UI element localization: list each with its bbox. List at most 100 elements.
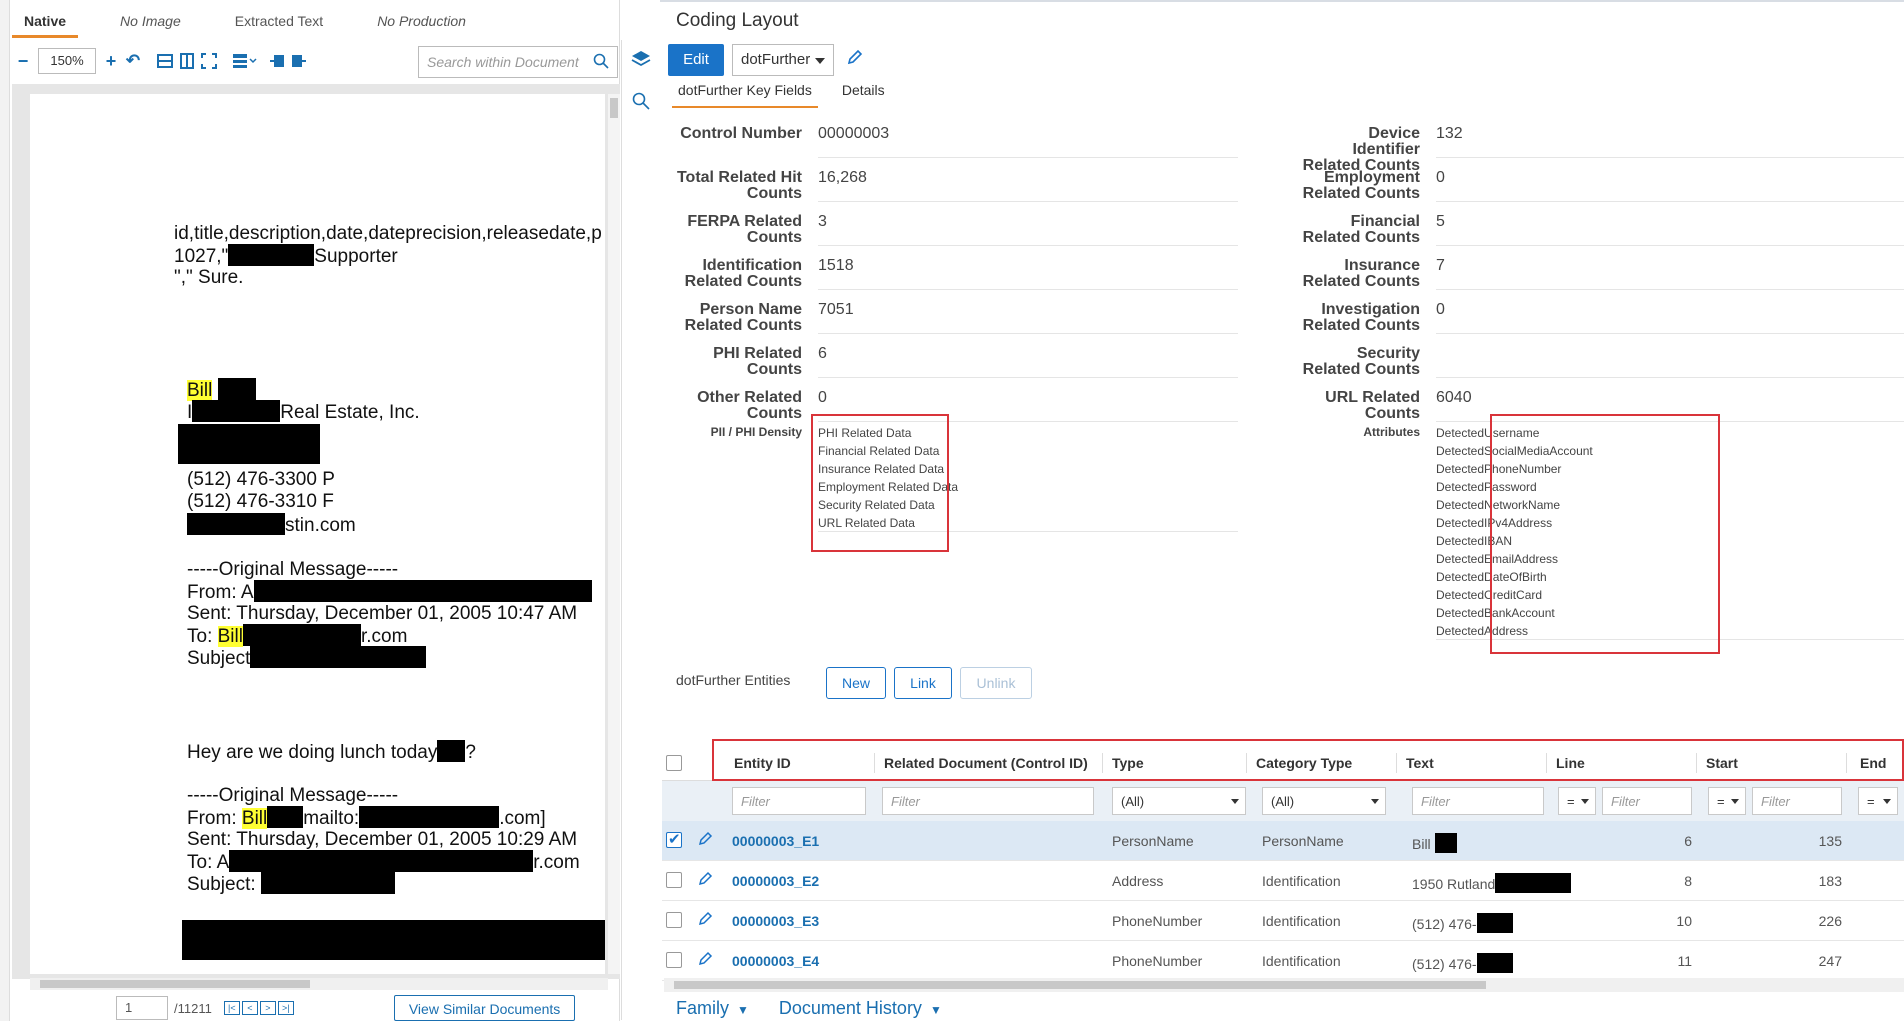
entity-id-link[interactable]: 00000003_E4 bbox=[732, 953, 819, 969]
tab-native[interactable]: Native bbox=[12, 4, 79, 38]
fit-width-icon[interactable] bbox=[154, 50, 176, 72]
page-layout-icon[interactable] bbox=[230, 50, 260, 72]
field-label: Investigation Related Counts bbox=[1302, 301, 1420, 334]
document-pager: 1 /11211 |< < > >| View Similar Document… bbox=[12, 995, 620, 1021]
table-row[interactable]: 00000003_E2 Address Identification 1950 … bbox=[662, 861, 1904, 901]
doc-line: Sent: Thursday, December 01, 2005 10:47 … bbox=[187, 603, 578, 624]
unlink-entity-button[interactable]: Unlink bbox=[960, 667, 1032, 699]
edit-button[interactable]: Edit bbox=[668, 44, 724, 76]
tab-no-production[interactable]: No Production bbox=[365, 4, 478, 38]
redaction bbox=[267, 806, 304, 828]
entity-id-link[interactable]: 00000003_E3 bbox=[732, 913, 819, 929]
edit-layout-icon[interactable] bbox=[846, 48, 864, 71]
start-cell: 135 bbox=[1818, 833, 1842, 849]
doc-text: Supporter bbox=[314, 246, 398, 267]
last-page-icon[interactable]: >| bbox=[277, 1001, 294, 1015]
select-all-checkbox[interactable] bbox=[666, 755, 682, 771]
type-cell: PhoneNumber bbox=[1112, 953, 1203, 969]
related-doc-filter[interactable]: Filter bbox=[882, 787, 1094, 815]
view-similar-documents-button[interactable]: View Similar Documents bbox=[393, 995, 576, 1021]
app-root: { "viewer": { "tabs": ["Native", "No Ima… bbox=[0, 0, 1904, 1021]
scroll-thumb[interactable] bbox=[610, 98, 618, 118]
fit-page-icon[interactable] bbox=[176, 50, 198, 72]
zoom-level-field[interactable]: 150% bbox=[38, 48, 96, 74]
next-page-icon[interactable]: > bbox=[259, 1001, 276, 1015]
scroll-thumb[interactable] bbox=[674, 981, 1486, 989]
line-filter[interactable]: Filter bbox=[1602, 787, 1692, 815]
density-label: PII / PHI Density bbox=[710, 425, 802, 439]
layers-icon[interactable] bbox=[631, 50, 651, 73]
chevron-down-icon: ▼ bbox=[737, 1003, 749, 1017]
search-icon[interactable] bbox=[593, 53, 609, 72]
field-label: Device Identifier Related Counts bbox=[1302, 125, 1420, 174]
table-row[interactable]: 00000003_E4 PhoneNumber Identification (… bbox=[662, 941, 1904, 981]
scroll-thumb[interactable] bbox=[40, 980, 310, 988]
row-checkbox[interactable] bbox=[666, 830, 682, 848]
link-entity-button[interactable]: Link bbox=[894, 667, 952, 699]
field-value: 1518 bbox=[818, 258, 1238, 290]
tab-extracted-text[interactable]: Extracted Text bbox=[223, 4, 335, 38]
edit-row-icon[interactable] bbox=[698, 950, 714, 971]
prev-hit-icon[interactable] bbox=[266, 50, 288, 72]
prev-page-icon[interactable]: < bbox=[241, 1001, 258, 1015]
tab-no-image[interactable]: No Image bbox=[108, 4, 193, 38]
document-horizontal-scrollbar[interactable] bbox=[30, 978, 608, 990]
document-vertical-scrollbar[interactable] bbox=[608, 94, 620, 974]
edit-row-icon[interactable] bbox=[698, 910, 714, 931]
end-operator-select[interactable]: = bbox=[1858, 787, 1898, 815]
zoom-in-icon[interactable]: + bbox=[100, 50, 122, 72]
search-placeholder: Search within Document bbox=[427, 54, 579, 70]
tab-details[interactable]: Details bbox=[836, 82, 891, 108]
doc-line: -----Original Message----- bbox=[187, 785, 399, 806]
category-filter-select[interactable]: (All) bbox=[1262, 787, 1386, 815]
grid-horizontal-scrollbar[interactable] bbox=[664, 978, 1904, 992]
redaction bbox=[229, 850, 534, 872]
line-operator-select[interactable]: = bbox=[1558, 787, 1596, 815]
next-hit-icon[interactable] bbox=[288, 50, 310, 72]
search-icon[interactable] bbox=[632, 92, 650, 115]
edit-row-icon[interactable] bbox=[698, 870, 714, 891]
viewer-toolbar: − 150% + ↶ Search within Document bbox=[12, 44, 618, 78]
field-label: Other Related Counts bbox=[697, 389, 802, 422]
doc-text: From: A bbox=[187, 582, 254, 603]
zoom-out-icon[interactable]: − bbox=[12, 50, 34, 72]
line-cell: 6 bbox=[1684, 833, 1692, 849]
edit-row-icon[interactable] bbox=[698, 830, 714, 851]
attributes-highlight-box bbox=[1490, 414, 1720, 654]
redaction bbox=[182, 920, 605, 960]
row-checkbox[interactable] bbox=[666, 912, 682, 928]
entity-id-link[interactable]: 00000003_E1 bbox=[732, 833, 819, 849]
doc-text: 1027," bbox=[174, 246, 229, 267]
type-filter-select[interactable]: (All) bbox=[1112, 787, 1246, 815]
start-operator-select[interactable]: = bbox=[1708, 787, 1746, 815]
row-checkbox[interactable] bbox=[666, 872, 682, 888]
table-row[interactable]: 00000003_E1 PersonName PersonName Bill 6… bbox=[662, 821, 1904, 861]
start-filter[interactable]: Filter bbox=[1752, 787, 1842, 815]
coding-panel: Coding Layout Edit dotFurther dotFurther… bbox=[660, 0, 1904, 1021]
first-page-icon[interactable]: |< bbox=[223, 1001, 240, 1015]
page-number-input[interactable]: 1 bbox=[116, 996, 168, 1020]
tab-family[interactable]: Family ▼ bbox=[676, 998, 749, 1019]
category-cell: Identification bbox=[1262, 953, 1341, 969]
type-cell: PersonName bbox=[1112, 833, 1194, 849]
new-entity-button[interactable]: New bbox=[826, 667, 886, 699]
table-row[interactable]: 00000003_E3 PhoneNumber Identification (… bbox=[662, 901, 1904, 941]
expand-icon[interactable] bbox=[198, 50, 220, 72]
redaction bbox=[228, 244, 315, 266]
text-filter[interactable]: Filter bbox=[1412, 787, 1544, 815]
tab-key-fields[interactable]: dotFurther Key Fields bbox=[672, 82, 818, 108]
entities-grid: Entity ID Related Document (Control ID) … bbox=[662, 739, 1904, 983]
doc-text: Real Estate, Inc. bbox=[280, 402, 420, 423]
entity-id-filter[interactable]: Filter bbox=[732, 787, 866, 815]
redaction bbox=[187, 513, 285, 535]
field-label: Insurance Related Counts bbox=[1302, 257, 1420, 290]
doc-text: mailto: bbox=[303, 808, 360, 829]
document-search-input[interactable]: Search within Document bbox=[418, 46, 618, 78]
tab-document-history[interactable]: Document History ▼ bbox=[779, 998, 942, 1019]
layout-select[interactable]: dotFurther bbox=[732, 44, 834, 76]
row-checkbox[interactable] bbox=[666, 952, 682, 968]
doc-line: id,title,description,date,dateprecision,… bbox=[174, 223, 602, 244]
rotate-icon[interactable]: ↶ bbox=[122, 50, 144, 72]
entity-id-link[interactable]: 00000003_E2 bbox=[732, 873, 819, 889]
redaction bbox=[1434, 833, 1457, 853]
